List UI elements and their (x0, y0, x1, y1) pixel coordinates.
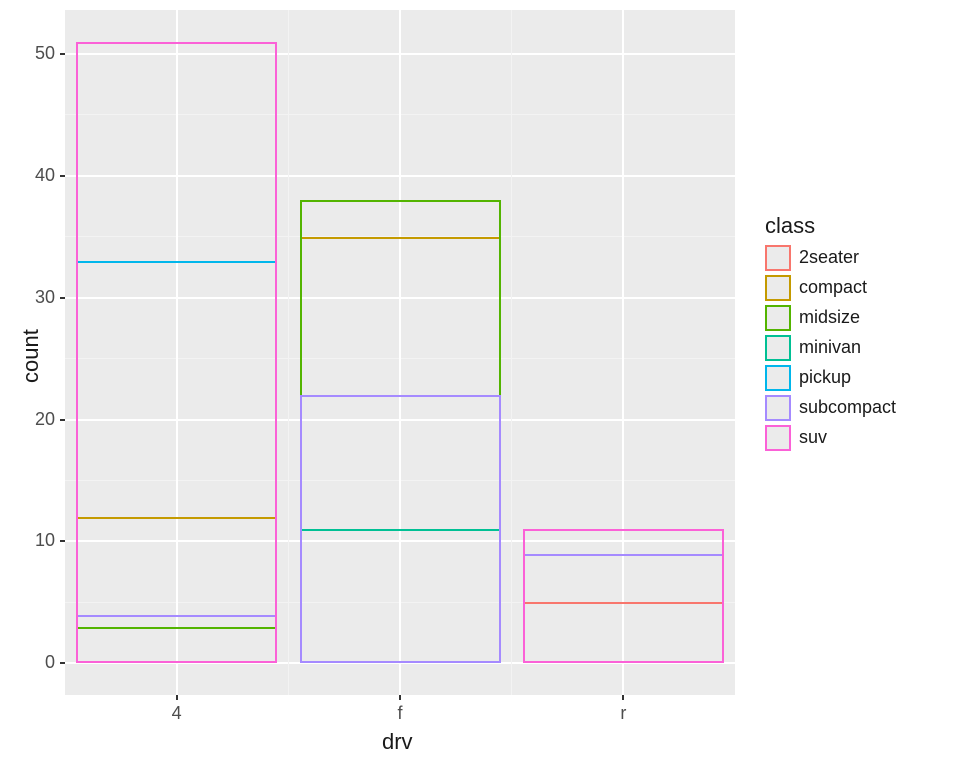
x-tick-label: f (370, 703, 430, 724)
y-tick (60, 662, 65, 664)
x-tick-label: 4 (147, 703, 207, 724)
x-tick (176, 695, 178, 700)
legend-key (765, 305, 791, 331)
y-tick-label: 0 (45, 652, 55, 673)
legend-label: compact (799, 277, 867, 298)
y-tick (60, 419, 65, 421)
y-tick-label: 40 (35, 165, 55, 186)
y-tick (60, 53, 65, 55)
grid-minor-line (511, 10, 512, 695)
legend-item: suv (765, 425, 896, 451)
legend-item: 2seater (765, 245, 896, 271)
legend-key (765, 275, 791, 301)
legend-label: midsize (799, 307, 860, 328)
y-tick-label: 30 (35, 287, 55, 308)
x-tick-label: r (593, 703, 653, 724)
legend-title: class (765, 213, 896, 239)
legend-key (765, 245, 791, 271)
y-tick (60, 175, 65, 177)
grid-minor-line (288, 10, 289, 695)
legend-label: minivan (799, 337, 861, 358)
legend-item: subcompact (765, 395, 896, 421)
bar (523, 529, 724, 663)
chart-container: 01020304050 4fr count drv class 2seaterc… (0, 0, 960, 768)
bar (76, 42, 277, 664)
y-tick (60, 540, 65, 542)
x-axis-title: drv (382, 729, 413, 755)
bar (300, 395, 501, 663)
legend-key (765, 395, 791, 421)
y-axis-title: count (18, 329, 44, 383)
legend-item: compact (765, 275, 896, 301)
legend-key (765, 335, 791, 361)
y-tick-label: 50 (35, 43, 55, 64)
legend-key (765, 365, 791, 391)
legend-label: 2seater (799, 247, 859, 268)
legend-label: suv (799, 427, 827, 448)
y-tick-label: 20 (35, 409, 55, 430)
legend-item: pickup (765, 365, 896, 391)
legend-label: pickup (799, 367, 851, 388)
x-tick (399, 695, 401, 700)
legend-label: subcompact (799, 397, 896, 418)
legend-key (765, 425, 791, 451)
y-tick-label: 10 (35, 530, 55, 551)
legend-item: midsize (765, 305, 896, 331)
y-tick (60, 297, 65, 299)
x-tick (622, 695, 624, 700)
legend-item: minivan (765, 335, 896, 361)
legend: class 2seater compact midsize minivan pickup… (765, 213, 896, 455)
